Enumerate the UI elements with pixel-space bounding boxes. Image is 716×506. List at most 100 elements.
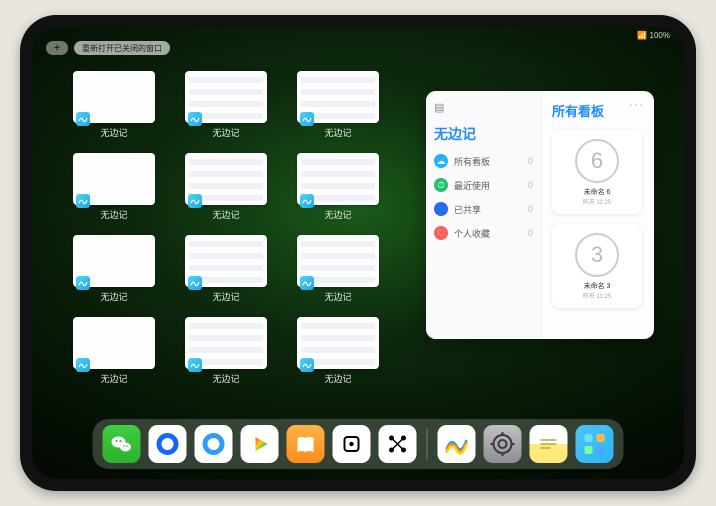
thumbnail-preview (297, 235, 379, 287)
thumbnail-preview (297, 153, 379, 205)
sidebar-item-label: 已共享 (454, 203, 481, 216)
freeform-app-icon (300, 276, 314, 290)
window-label: 无边记 (324, 126, 351, 139)
dock-app-wechat[interactable] (103, 425, 141, 463)
window-label: 无边记 (324, 290, 351, 303)
board-thumbnail: 6 (575, 139, 619, 183)
sidebar-item[interactable]: ☁ 所有看板 0 (434, 154, 533, 168)
sidebar-item-count: 0 (528, 228, 533, 238)
window-label: 无边记 (212, 208, 239, 221)
window-label: 无边记 (100, 208, 127, 221)
reopen-label: 重新打开已关闭的窗口 (82, 43, 162, 54)
board-time: 昨天 11:25 (583, 197, 611, 206)
dock-app-nodes[interactable] (379, 425, 417, 463)
window-thumbnail[interactable]: 无边记 (292, 71, 384, 139)
freeform-app-icon (76, 112, 90, 126)
app-switcher-grid: 无边记无边记无边记无边记无边记无边记无边记无边记无边记无边记无边记无边记 (68, 71, 384, 385)
freeform-app-icon (300, 358, 314, 372)
ipad-screen: 📶 100% + 重新打开已关闭的窗口 无边记无边记无边记无边记无边记无边记无边… (32, 27, 684, 479)
window-label: 无边记 (212, 126, 239, 139)
sidebar-item-icon: ⏱ (434, 178, 448, 192)
sidebar-item-count: 0 (528, 180, 533, 190)
sidebar-item-label: 所有看板 (454, 155, 490, 168)
thumbnail-preview (73, 317, 155, 369)
status-bar: 📶 100% (637, 31, 670, 40)
freeform-app-icon (300, 194, 314, 208)
thumbnail-preview (185, 153, 267, 205)
dock-app-freeform[interactable] (438, 425, 476, 463)
sidebar-item[interactable]: ♡ 个人收藏 0 (434, 226, 533, 240)
sidebar-item-icon: ☁ (434, 154, 448, 168)
dock-app-settings[interactable] (484, 425, 522, 463)
thumbnail-preview (73, 153, 155, 205)
plus-icon: + (54, 43, 60, 54)
board-name: 未命名 3 (584, 281, 611, 291)
sidebar-item-icon: 👤 (434, 202, 448, 216)
popover-menu: ☁ 所有看板 0 ⏱ 最近使用 0 👤 已共享 0 ♡ 个人收藏 0 (434, 154, 533, 240)
window-thumbnail[interactable]: 无边记 (180, 71, 272, 139)
dock-app-dice[interactable] (333, 425, 371, 463)
window-label: 无边记 (100, 290, 127, 303)
dock-app-play[interactable] (241, 425, 279, 463)
new-window-button[interactable]: + (46, 41, 68, 55)
thumbnail-preview (73, 71, 155, 123)
freeform-app-icon (188, 358, 202, 372)
sidebar-toggle-icon[interactable]: ▤ (434, 101, 533, 114)
freeform-app-icon (76, 276, 90, 290)
thumbnail-preview (185, 235, 267, 287)
window-label: 无边记 (324, 372, 351, 385)
thumbnail-preview (185, 317, 267, 369)
sidebar-item-count: 0 (528, 156, 533, 166)
window-thumbnail[interactable]: 无边记 (292, 317, 384, 385)
freeform-popover: ▤ 无边记 ☁ 所有看板 0 ⏱ 最近使用 0 👤 已共享 0 ♡ 个人收藏 0 ··· 所有看板 6… (426, 91, 654, 339)
popover-sidebar: ▤ 无边记 ☁ 所有看板 0 ⏱ 最近使用 0 👤 已共享 0 ♡ 个人收藏 0 (426, 91, 542, 339)
board-card[interactable]: 6 未命名 6昨天 11:25 (552, 130, 642, 214)
board-time: 昨天 11:25 (583, 291, 611, 300)
freeform-app-icon (188, 276, 202, 290)
window-label: 无边记 (212, 290, 239, 303)
window-thumbnail[interactable]: 无边记 (68, 235, 160, 303)
dock-app-apps[interactable] (576, 425, 614, 463)
thumbnail-preview (297, 317, 379, 369)
sidebar-item-count: 0 (528, 204, 533, 214)
thumbnail-preview (297, 71, 379, 123)
top-left-controls: + 重新打开已关闭的窗口 (46, 41, 170, 55)
window-thumbnail[interactable]: 无边记 (68, 317, 160, 385)
dock-app-books[interactable] (287, 425, 325, 463)
status-right: 📶 100% (637, 31, 670, 40)
window-label: 无边记 (100, 372, 127, 385)
dock-separator (427, 428, 428, 460)
popover-title: 无边记 (434, 124, 533, 144)
freeform-app-icon (188, 194, 202, 208)
sidebar-item-icon: ♡ (434, 226, 448, 240)
more-icon[interactable]: ··· (629, 97, 644, 111)
dock-app-q1[interactable] (149, 425, 187, 463)
freeform-app-icon (76, 194, 90, 208)
window-thumbnail[interactable]: 无边记 (68, 153, 160, 221)
dock (93, 419, 624, 469)
dock-app-notes[interactable] (530, 425, 568, 463)
freeform-app-icon (188, 112, 202, 126)
sidebar-item[interactable]: ⏱ 最近使用 0 (434, 178, 533, 192)
freeform-app-icon (76, 358, 90, 372)
window-label: 无边记 (324, 208, 351, 221)
window-thumbnail[interactable]: 无边记 (180, 235, 272, 303)
sidebar-item[interactable]: 👤 已共享 0 (434, 202, 533, 216)
window-thumbnail[interactable]: 无边记 (292, 235, 384, 303)
window-thumbnail[interactable]: 无边记 (292, 153, 384, 221)
window-thumbnail[interactable]: 无边记 (68, 71, 160, 139)
freeform-app-icon (300, 112, 314, 126)
reopen-closed-window-button[interactable]: 重新打开已关闭的窗口 (74, 41, 170, 55)
dock-app-q2[interactable] (195, 425, 233, 463)
window-label: 无边记 (100, 126, 127, 139)
board-name: 未命名 6 (584, 187, 611, 197)
board-card[interactable]: 3 未命名 3昨天 11:25 (552, 224, 642, 308)
board-thumbnail: 3 (575, 233, 619, 277)
sidebar-item-label: 个人收藏 (454, 227, 490, 240)
window-thumbnail[interactable]: 无边记 (180, 317, 272, 385)
window-label: 无边记 (212, 372, 239, 385)
ipad-frame: 📶 100% + 重新打开已关闭的窗口 无边记无边记无边记无边记无边记无边记无边… (20, 15, 696, 491)
sidebar-item-label: 最近使用 (454, 179, 490, 192)
window-thumbnail[interactable]: 无边记 (180, 153, 272, 221)
thumbnail-preview (185, 71, 267, 123)
